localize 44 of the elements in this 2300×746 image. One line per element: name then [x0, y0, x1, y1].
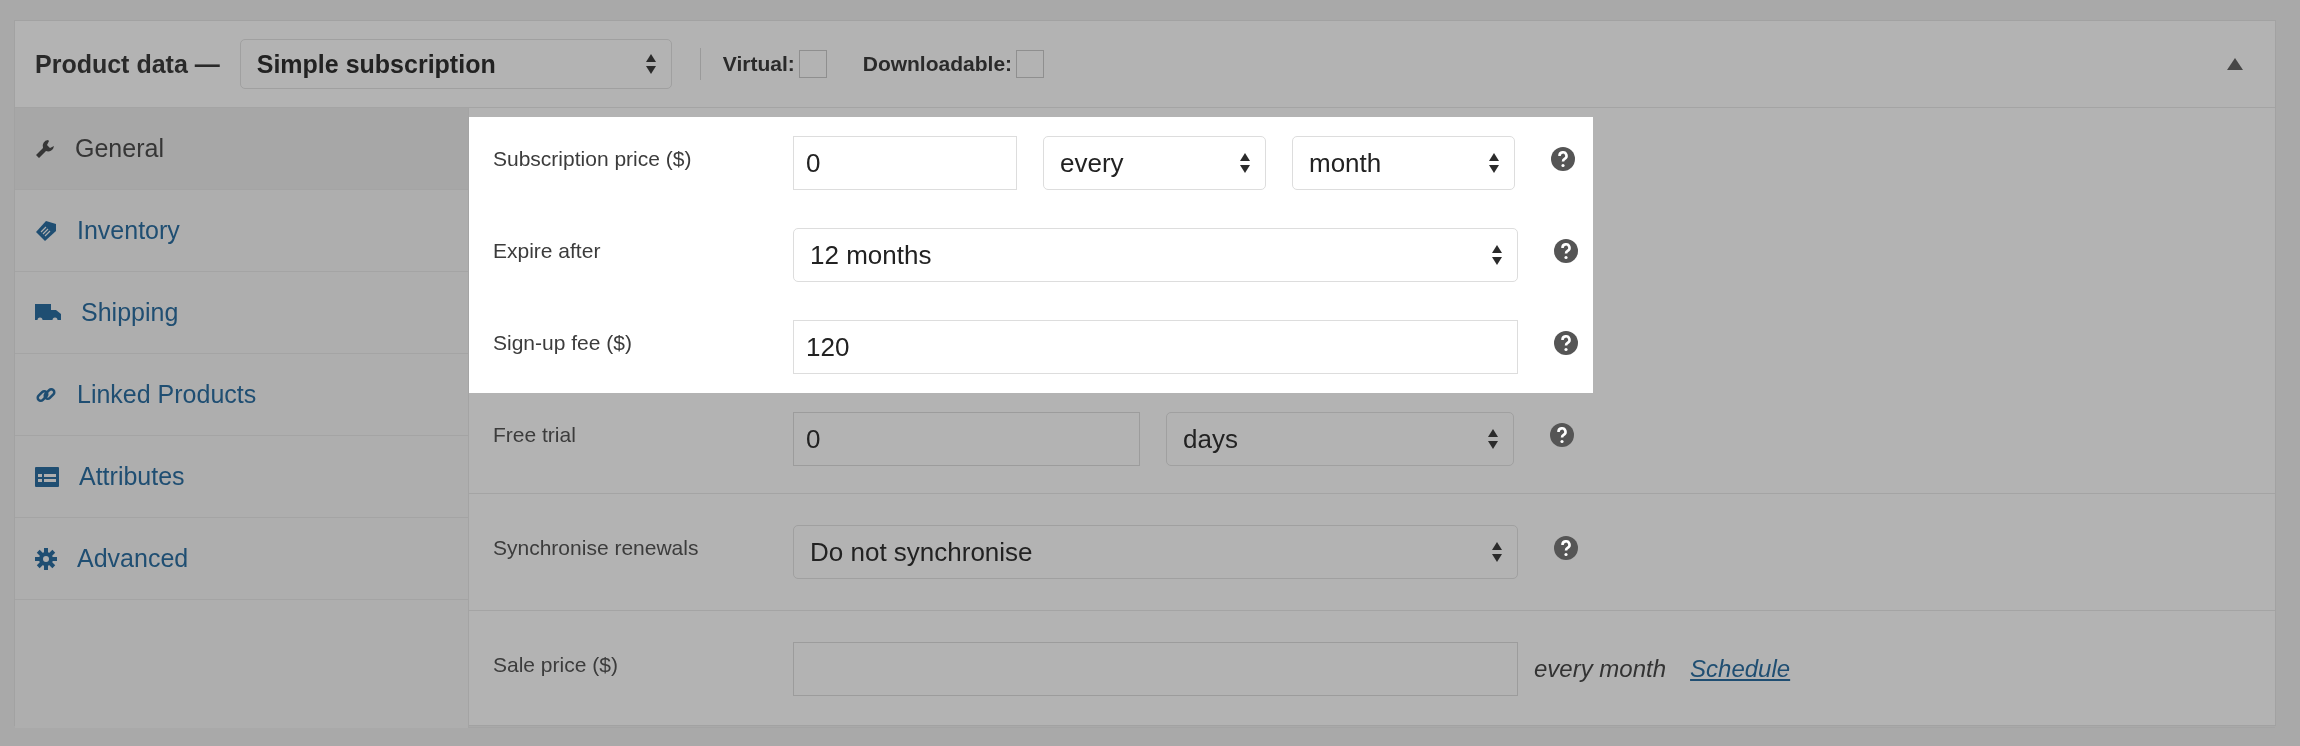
field-label: Subscription price ($) [493, 147, 693, 171]
help-icon[interactable] [1554, 331, 1578, 355]
collapse-arrow-icon[interactable] [2227, 58, 2243, 70]
sidebar-tab[interactable]: Shipping [15, 272, 468, 354]
field-label: Free trial [493, 423, 577, 447]
updown-arrows-icon [1491, 541, 1503, 563]
checkbox[interactable] [1016, 50, 1045, 78]
select-field[interactable]: every [1043, 136, 1266, 190]
field-label: Sign-up fee ($) [493, 331, 633, 355]
help-icon[interactable] [1551, 147, 1575, 171]
updown-arrows-icon [644, 53, 657, 75]
sidebar-tab[interactable]: Attributes [15, 436, 468, 518]
select-field[interactable]: Do not synchronise [793, 525, 1518, 579]
sidebar-tab[interactable]: General [15, 108, 468, 190]
updown-arrows-icon [1488, 152, 1500, 174]
checkbox[interactable] [798, 50, 827, 78]
list-card-icon [35, 466, 59, 487]
input-field[interactable]: 0 [793, 136, 1017, 190]
input-field[interactable]: 0 [793, 412, 1140, 466]
sidebar-tab[interactable]: Advanced [15, 518, 468, 600]
sidebar-tab[interactable]: Linked Products [15, 354, 468, 436]
checkbox-label: Downloadable: [862, 52, 1013, 76]
field-label: Expire after [493, 239, 602, 263]
help-icon[interactable] [1550, 423, 1574, 447]
sidebar-tab[interactable]: Inventory [15, 190, 468, 272]
wrench-icon [35, 138, 55, 159]
period-text: every month [1534, 655, 1667, 683]
schedule-link[interactable]: Schedule [1690, 655, 1791, 683]
updown-arrows-icon [1491, 244, 1503, 266]
field-label: Synchronise renewals [493, 536, 700, 560]
help-icon[interactable] [1554, 239, 1578, 263]
select-field[interactable]: days [1166, 412, 1514, 466]
field-label: Sale price ($) [493, 653, 619, 677]
help-icon[interactable] [1554, 536, 1578, 560]
input-field[interactable]: 120 [793, 320, 1518, 374]
select-field[interactable]: month [1292, 136, 1515, 190]
select-field[interactable]: 12 months [793, 228, 1518, 282]
panel-title: Product data — [35, 49, 220, 79]
checkbox-label: Virtual: [722, 52, 795, 76]
updown-arrows-icon [1239, 152, 1251, 174]
tag-icon [35, 219, 57, 242]
updown-arrows-icon [1487, 428, 1499, 450]
gear-icon [35, 547, 57, 570]
product-type-select[interactable]: Simple subscription [239, 39, 672, 89]
